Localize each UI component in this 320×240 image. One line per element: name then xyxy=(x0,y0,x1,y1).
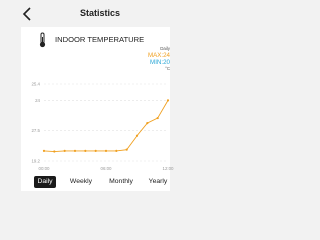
y-tick-label: 19.2 xyxy=(31,159,40,164)
x-tick-label: 00:00 xyxy=(39,166,51,171)
data-point xyxy=(135,134,139,137)
data-point xyxy=(156,116,159,120)
tab-weekly[interactable]: Weekly xyxy=(67,176,95,188)
data-point xyxy=(104,149,108,153)
data-point xyxy=(146,122,149,125)
y-tick-label: 25.4 xyxy=(31,82,40,87)
data-point xyxy=(166,99,170,102)
data-point xyxy=(125,148,128,151)
data-point xyxy=(63,149,66,153)
y-tick-label: 27.5 xyxy=(31,128,40,133)
tab-daily[interactable]: Daily xyxy=(34,176,56,188)
x-tick-label: 12:00 xyxy=(163,166,175,171)
x-tick-label: 06:00 xyxy=(101,166,113,171)
tab-monthly[interactable]: Monthly xyxy=(105,176,137,188)
data-point xyxy=(115,149,118,153)
data-point xyxy=(84,149,87,153)
data-point xyxy=(73,149,77,153)
data-point xyxy=(42,149,46,153)
period-tabs: Daily Weekly Monthly Yearly xyxy=(30,176,175,188)
tab-yearly[interactable]: Yearly xyxy=(145,176,171,188)
temperature-line-chart: 25.4 24 27.5 19.2 00:00 06:00 12:00 xyxy=(31,82,175,172)
y-tick-label: 24 xyxy=(35,98,40,103)
series-line xyxy=(43,100,169,152)
data-point xyxy=(94,149,97,153)
data-point xyxy=(53,150,56,153)
